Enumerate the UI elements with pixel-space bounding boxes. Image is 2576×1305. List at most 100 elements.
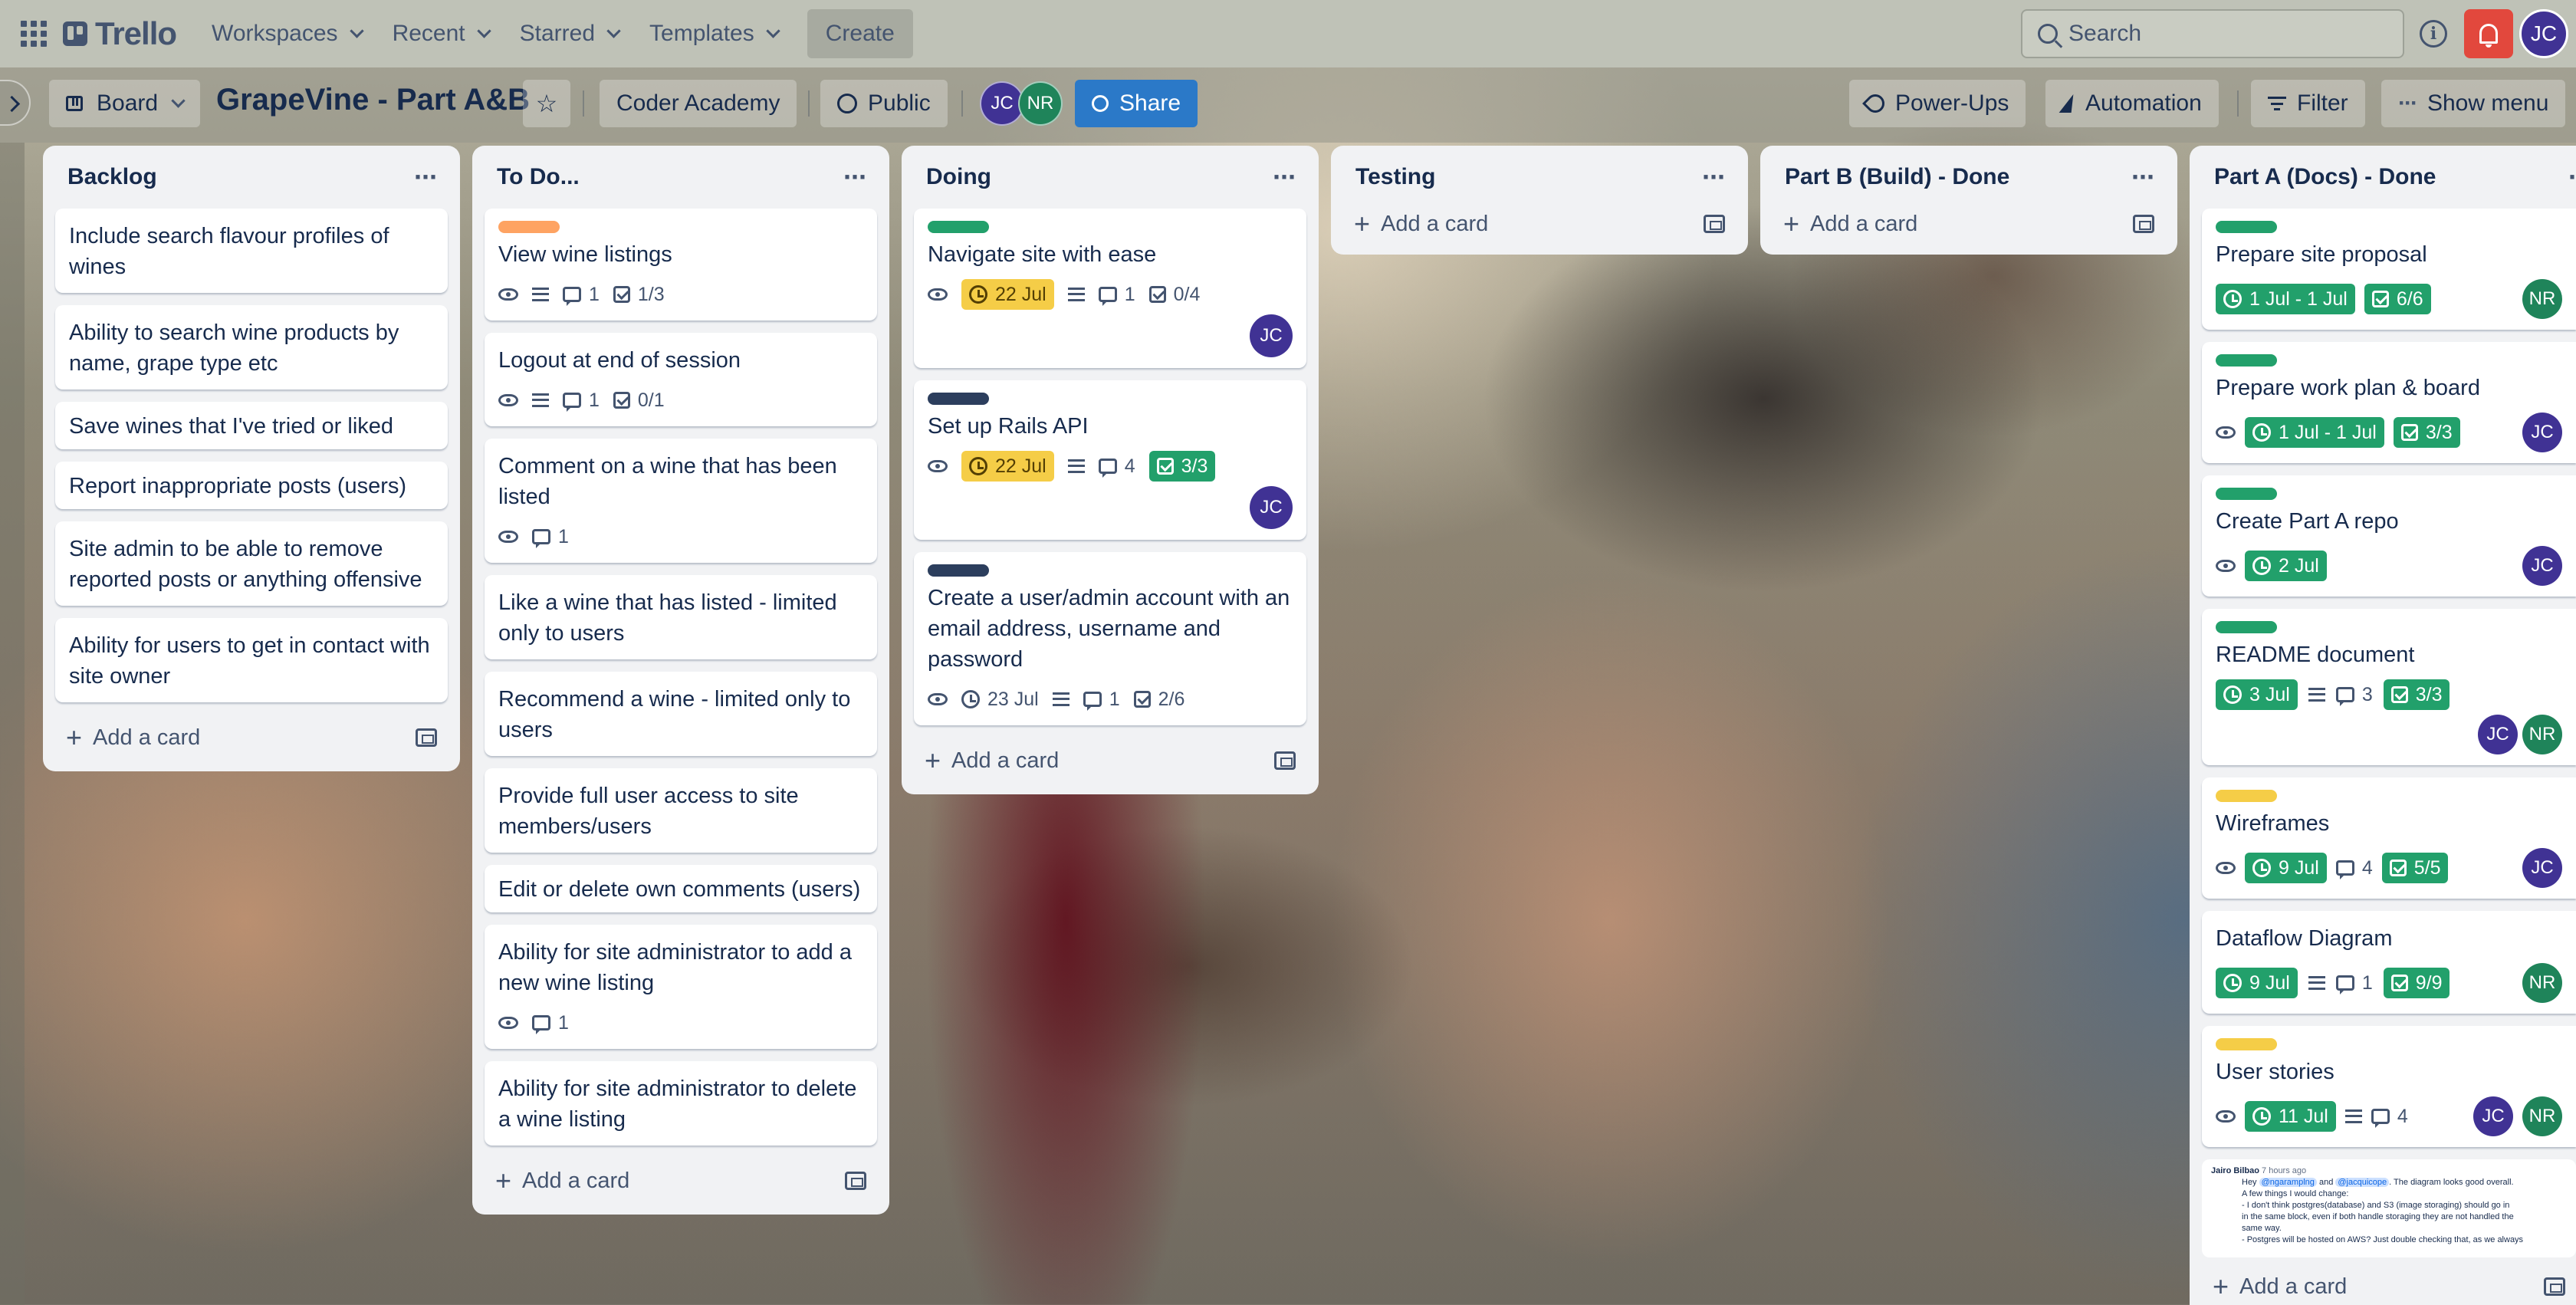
card[interactable]: Ability for users to get in contact with… bbox=[55, 618, 448, 702]
card-label-yellow[interactable] bbox=[2216, 790, 2277, 802]
list-title[interactable]: Testing bbox=[1355, 164, 1435, 190]
member-avatar-nr[interactable]: NR bbox=[2522, 1096, 2562, 1136]
member-avatar-jc[interactable]: JC bbox=[2522, 546, 2562, 586]
share-button[interactable]: Share bbox=[1075, 80, 1198, 127]
board-view-switcher[interactable]: Board bbox=[49, 80, 201, 127]
card-template-icon[interactable] bbox=[1274, 751, 1296, 770]
create-button[interactable]: Create bbox=[807, 9, 913, 58]
star-board-button[interactable]: ☆ bbox=[523, 80, 570, 127]
due-date-badge[interactable]: 22 Jul bbox=[961, 451, 1054, 482]
list-menu-icon[interactable]: ··· bbox=[414, 163, 439, 191]
add-card-button[interactable]: + Add a card bbox=[914, 738, 1306, 784]
list-menu-icon[interactable]: ··· bbox=[843, 163, 868, 191]
add-card-button[interactable]: + Add a card bbox=[1343, 201, 1736, 247]
card-label-yellow[interactable] bbox=[2216, 1038, 2277, 1050]
due-date-badge[interactable]: 3 Jul bbox=[2216, 679, 2298, 710]
card-template-icon[interactable] bbox=[416, 728, 437, 747]
card-label-green[interactable] bbox=[928, 221, 989, 233]
card[interactable]: Like a wine that has listed - limited on… bbox=[485, 575, 877, 659]
card-template-icon[interactable] bbox=[2544, 1277, 2565, 1296]
member-avatar-nr[interactable]: NR bbox=[2522, 963, 2562, 1003]
card[interactable]: Save wines that I've tried or liked bbox=[55, 402, 448, 449]
due-date-badge[interactable]: 1 Jul - 1 Jul bbox=[2245, 417, 2384, 448]
trello-logo[interactable]: Trello bbox=[63, 15, 177, 52]
workspace-button[interactable]: Coder Academy bbox=[600, 80, 797, 127]
due-date-badge[interactable]: 23 Jul bbox=[961, 684, 1039, 715]
card[interactable]: Ability for site administrator to add a … bbox=[485, 925, 877, 1049]
list-title[interactable]: Doing bbox=[926, 164, 991, 190]
list-title[interactable]: To Do... bbox=[497, 164, 580, 190]
card-label-green[interactable] bbox=[2216, 221, 2277, 233]
card-label-green[interactable] bbox=[2216, 354, 2277, 367]
card[interactable]: Ability to search wine products by name,… bbox=[55, 305, 448, 390]
recent-menu[interactable]: Recent bbox=[377, 12, 504, 55]
card[interactable]: Include search flavour profiles of wines bbox=[55, 209, 448, 293]
member-avatar-nr[interactable]: NR bbox=[1018, 81, 1063, 126]
card[interactable]: Prepare site proposal 1 Jul - 1 Jul 6/6 … bbox=[2202, 209, 2576, 330]
member-avatar-jc[interactable]: JC bbox=[2473, 1096, 2513, 1136]
card[interactable]: Site admin to be able to remove reported… bbox=[55, 521, 448, 606]
member-avatar-jc[interactable]: JC bbox=[2478, 715, 2518, 754]
member-avatar-jc[interactable]: JC bbox=[1250, 486, 1293, 529]
card-template-icon[interactable] bbox=[2133, 215, 2154, 233]
member-avatar-nr[interactable]: NR bbox=[2522, 279, 2562, 319]
card-label-navy[interactable] bbox=[928, 393, 989, 405]
member-avatar-jc[interactable]: JC bbox=[2522, 413, 2562, 452]
add-card-button[interactable]: + Add a card bbox=[2202, 1264, 2576, 1305]
due-date-badge[interactable]: 11 Jul bbox=[2245, 1101, 2336, 1132]
show-menu-button[interactable]: ··· Show menu bbox=[2381, 80, 2566, 127]
app-switcher-icon[interactable] bbox=[12, 12, 55, 55]
starred-menu[interactable]: Starred bbox=[504, 12, 634, 55]
card[interactable]: Recommend a wine - limited only to users bbox=[485, 672, 877, 756]
account-avatar[interactable]: JC bbox=[2519, 9, 2568, 58]
card-label-green[interactable] bbox=[2216, 621, 2277, 633]
card[interactable]: View wine listings 1 1/3 bbox=[485, 209, 877, 320]
card-label-navy[interactable] bbox=[928, 564, 989, 577]
card[interactable]: Dataflow Diagram 9 Jul 1 9/9 NR bbox=[2202, 911, 2576, 1014]
card[interactable]: Provide full user access to site members… bbox=[485, 768, 877, 853]
card[interactable]: Edit or delete own comments (users) bbox=[485, 865, 877, 912]
powerups-button[interactable]: Power-Ups bbox=[1849, 80, 2026, 127]
due-date-badge[interactable]: 9 Jul bbox=[2216, 968, 2298, 998]
card[interactable]: Comment on a wine that has been listed 1 bbox=[485, 439, 877, 563]
list-menu-icon[interactable]: · bbox=[2568, 163, 2576, 191]
list-title[interactable]: Part A (Docs) - Done bbox=[2214, 164, 2436, 190]
member-avatar-nr[interactable]: NR bbox=[2522, 715, 2562, 754]
workspaces-menu[interactable]: Workspaces bbox=[196, 12, 377, 55]
card[interactable]: Prepare work plan & board 1 Jul - 1 Jul … bbox=[2202, 342, 2576, 463]
visibility-button[interactable]: Public bbox=[820, 80, 948, 127]
filter-button[interactable]: Filter bbox=[2251, 80, 2365, 127]
card[interactable]: Logout at end of session 1 0/1 bbox=[485, 333, 877, 426]
add-card-button[interactable]: + Add a card bbox=[485, 1158, 877, 1204]
due-date-badge[interactable]: 22 Jul bbox=[961, 279, 1054, 310]
due-date-badge[interactable]: 9 Jul bbox=[2245, 853, 2327, 883]
board-title[interactable]: GrapeVine - Part A&B bbox=[216, 83, 530, 117]
card[interactable]: README document 3 Jul 3 3/3 JC NR bbox=[2202, 609, 2576, 765]
add-card-button[interactable]: + Add a card bbox=[55, 715, 448, 761]
card-template-icon[interactable] bbox=[845, 1172, 866, 1190]
search-input[interactable]: Search bbox=[2021, 9, 2404, 58]
member-avatar-jc[interactable]: JC bbox=[1250, 314, 1293, 357]
card[interactable]: Navigate site with ease 22 Jul 1 0/4 JC bbox=[914, 209, 1306, 368]
card-cover-comment-screenshot[interactable]: Jairo Bilbao 7 hours ago Hey @ngaramplng… bbox=[2202, 1159, 2576, 1257]
due-date-badge[interactable]: 1 Jul - 1 Jul bbox=[2216, 284, 2355, 314]
info-icon[interactable]: i bbox=[2420, 20, 2447, 48]
list-title[interactable]: Backlog bbox=[67, 164, 157, 190]
due-date-badge[interactable]: 2 Jul bbox=[2245, 551, 2327, 581]
list-menu-icon[interactable]: ··· bbox=[1273, 163, 1297, 191]
add-card-button[interactable]: + Add a card bbox=[1773, 201, 2165, 247]
card-template-icon[interactable] bbox=[1704, 215, 1725, 233]
card-label-green[interactable] bbox=[2216, 488, 2277, 500]
automation-button[interactable]: Automation bbox=[2045, 80, 2219, 127]
card[interactable]: Create a user/admin account with an emai… bbox=[914, 552, 1306, 725]
list-menu-icon[interactable]: ··· bbox=[2131, 163, 2156, 191]
card[interactable]: Set up Rails API 22 Jul 4 3/3 JC bbox=[914, 380, 1306, 540]
card[interactable]: Wireframes 9 Jul 4 5/5 JC bbox=[2202, 777, 2576, 899]
card[interactable]: User stories 11 Jul 4 JC NR bbox=[2202, 1026, 2576, 1147]
templates-menu[interactable]: Templates bbox=[634, 12, 794, 55]
card[interactable]: Create Part A repo 2 Jul JC bbox=[2202, 475, 2576, 597]
list-menu-icon[interactable]: ··· bbox=[1702, 163, 1727, 191]
list-title[interactable]: Part B (Build) - Done bbox=[1785, 164, 2009, 190]
card[interactable]: Report inappropriate posts (users) bbox=[55, 462, 448, 509]
card-label-orange[interactable] bbox=[498, 221, 560, 233]
